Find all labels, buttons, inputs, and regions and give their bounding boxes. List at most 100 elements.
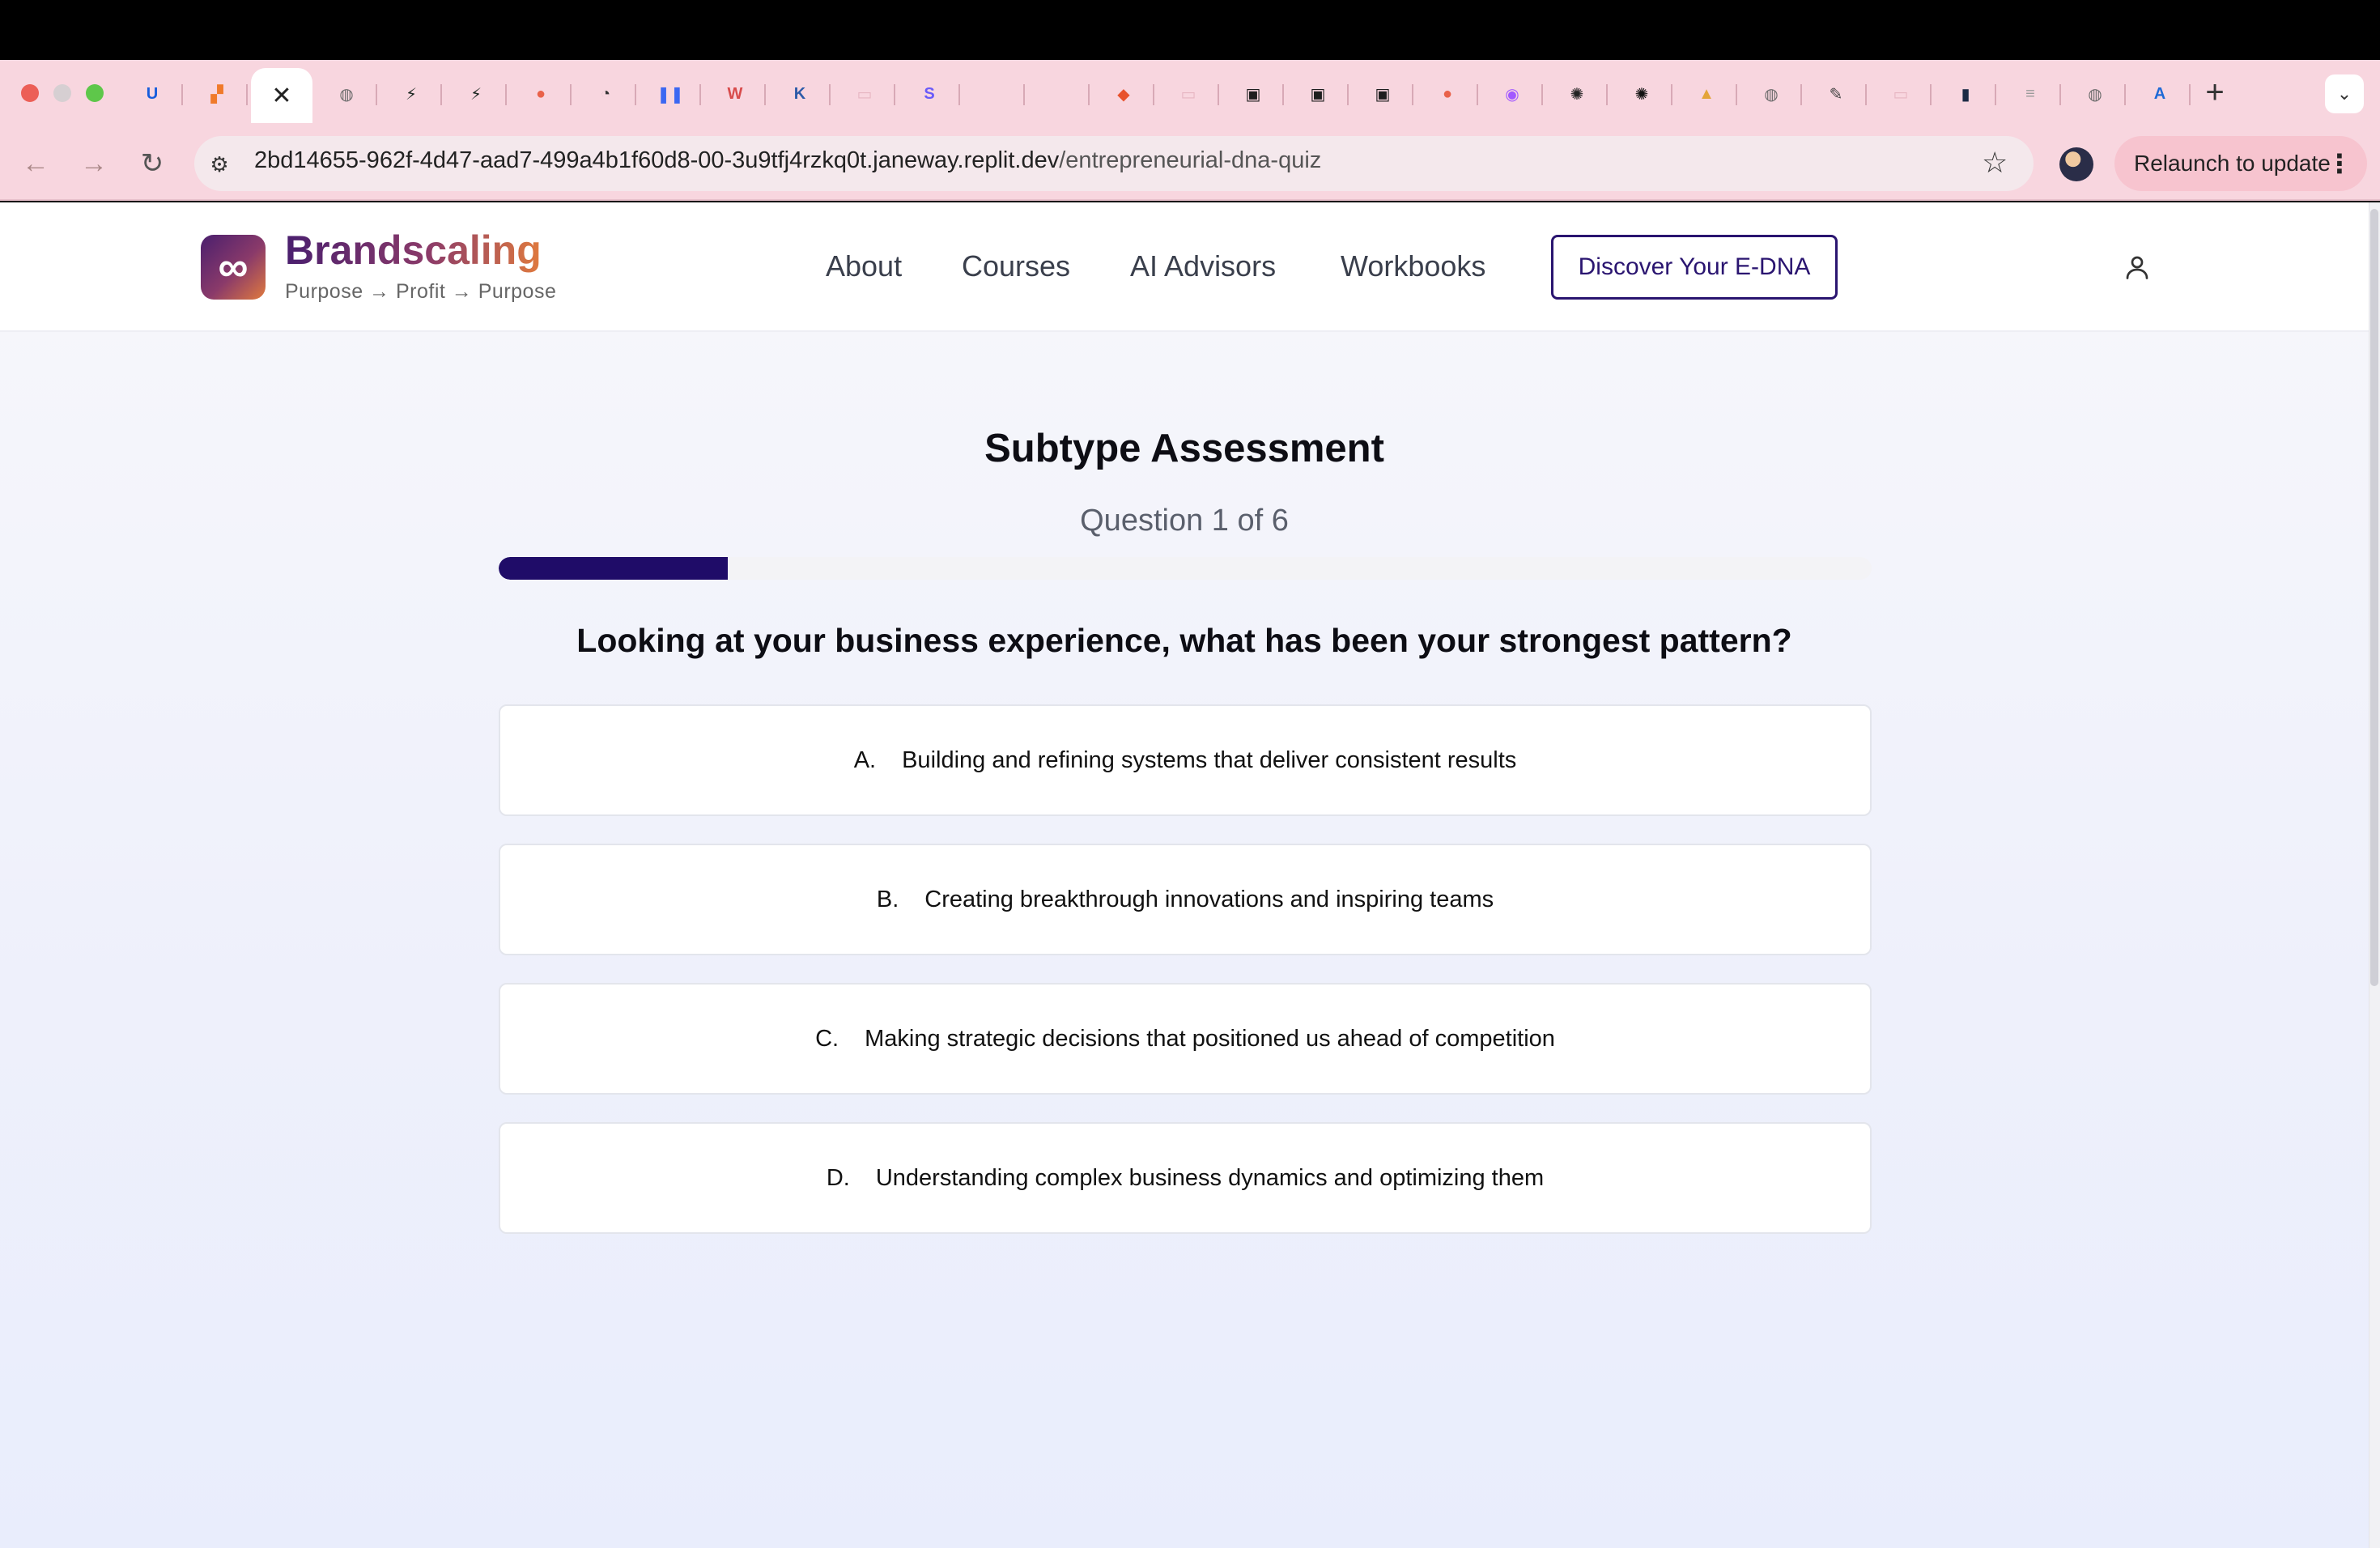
tab-separator [376,84,377,105]
more-menu-icon[interactable]: ⋮ [2327,148,2352,179]
window-top-bar [0,0,2380,60]
browser-tab[interactable]: ◉ [1481,73,1543,115]
browser-tab[interactable]: ▣ [1352,73,1413,115]
globe-icon: ◍ [339,85,354,104]
browser-tab[interactable]: ⚡ [445,73,507,115]
k-icon: K [793,84,806,103]
nav-ai-advisors[interactable]: AI Advisors [1130,249,1276,283]
browser-tab[interactable]: ✕ [251,68,312,123]
tab-separator [505,84,507,105]
infinity-logo-icon[interactable]: ∞ [201,235,266,300]
progress-bar [499,557,1872,580]
browser-tab[interactable]: K [769,73,831,115]
browser-tab[interactable]: ▭ [834,73,895,115]
question-text: Looking at your business experience, wha… [576,622,1792,659]
browser-tab[interactable]: ▮ [1935,73,1996,115]
relaunch-button[interactable]: Relaunch to update ⋮ [2114,136,2367,191]
quiz-title: Subtype Assessment [984,427,1384,470]
back-button[interactable]: ← [18,146,53,181]
reload-button[interactable]: ↻ [134,146,170,181]
option-letter: D. [826,1164,850,1191]
option-letter: A. [853,746,877,773]
browser-tab[interactable]: ▣ [1287,73,1349,115]
tab-separator [635,84,636,105]
nav-about[interactable]: About [826,249,902,283]
bitwarden-icon: U [146,84,159,103]
answer-option-a[interactable]: A. Building and refining systems that de… [499,704,1872,816]
browser-tab[interactable]: ❚❚ [640,73,701,115]
tab-separator [1736,84,1737,105]
browser-tab[interactable] [963,73,1025,115]
answer-option-c[interactable]: C. Making strategic decisions that posit… [499,983,1872,1095]
page-thumb-icon: ▭ [1180,85,1196,104]
url-text[interactable]: 2bd14655-962f-4d47-aad7-499a4b1f60d8-00-… [254,147,1321,174]
relaunch-label: Relaunch to update [2134,151,2331,176]
tab-separator [764,84,766,105]
user-account-icon[interactable] [2123,253,2152,282]
browser-tab[interactable]: ▭ [1870,73,1932,115]
browser-tab[interactable]: ● [510,73,572,115]
browser-tab[interactable] [1028,73,1090,115]
browser-tab[interactable]: ✎ [1805,73,1867,115]
grid-orange-icon: ▞ [210,85,223,104]
tab-separator [2124,84,2126,105]
heart-shape-icon: ● [1442,84,1453,103]
tab-separator [1800,84,1802,105]
page-scrollbar[interactable] [2369,202,2380,1548]
browser-tab[interactable]: ● [1417,73,1478,115]
scrollbar-thumb[interactable] [2370,209,2378,986]
browser-tab[interactable]: ◍ [1740,73,1802,115]
bars-icon: ▮ [1961,85,1970,104]
browser-tab[interactable]: S [899,73,960,115]
close-window-button[interactable] [21,84,39,102]
answer-option-b[interactable]: B. Creating breakthrough innovations and… [499,844,1872,955]
browser-tab[interactable]: ✺ [1546,73,1608,115]
option-text: Building and refining systems that deliv… [902,746,1517,773]
url-host: 2bd14655-962f-4d47-aad7-499a4b1f60d8-00-… [254,147,1060,173]
tab-separator [1282,84,1284,105]
browser-tab[interactable]: ◔ [575,73,636,115]
browser-tab[interactable]: ▞ [186,73,248,115]
new-tab-button[interactable]: + [2199,74,2231,111]
nav-courses[interactable]: Courses [962,249,1070,283]
tab-separator [1671,84,1672,105]
maximize-window-button[interactable] [86,84,104,102]
url-path: /entrepreneurial-dna-quiz [1059,147,1322,173]
tab-separator [829,84,831,105]
bookmark-star-icon[interactable]: ☆ [1982,146,2008,180]
browser-tab[interactable]: ▭ [1158,73,1219,115]
close-icon[interactable]: ✕ [271,82,291,110]
profile-avatar[interactable] [2059,147,2093,181]
browser-tab[interactable]: A [2129,73,2191,115]
browser-tab[interactable]: U [121,73,183,115]
browser-tab[interactable]: ◍ [2064,73,2126,115]
tab-separator [1865,84,1867,105]
tab-separator [570,84,572,105]
browser-tab[interactable]: ▲ [1676,73,1737,115]
browser-tab[interactable]: ◍ [316,73,377,115]
site-settings-icon[interactable]: ⚙ [206,151,233,178]
brand-name[interactable]: Brandscaling [285,227,542,274]
w-circle-icon: W [727,84,743,103]
forward-button[interactable]: → [76,146,112,181]
browser-tab[interactable]: ✺ [1611,73,1672,115]
browser-tab[interactable]: W [704,73,766,115]
triangle-multi-icon: ▲ [1698,84,1715,103]
tv-icon: ▣ [1375,85,1391,104]
tab-separator [440,84,442,105]
browser-tab[interactable]: ▣ [1222,73,1284,115]
note-pen-icon: ✎ [1829,85,1843,104]
browser-tab[interactable]: ⚡ [380,73,442,115]
nav-workbooks[interactable]: Workbooks [1341,249,1485,283]
tab-search-button[interactable]: ⌄ [2325,74,2364,113]
browser-tab[interactable]: ≡ [2000,73,2061,115]
azure-icon: A [2153,84,2166,103]
progress-bar-fill [499,557,728,580]
answer-option-d[interactable]: D. Understanding complex business dynami… [499,1122,1872,1234]
page-thumb-icon: ▭ [856,85,873,104]
figma-icon: ◉ [1505,85,1519,104]
minimize-window-button[interactable] [53,84,71,102]
browser-tab[interactable]: ◆ [1093,73,1154,115]
option-letter: B. [876,886,899,912]
discover-edna-button[interactable]: Discover Your E-DNA [1551,235,1838,300]
